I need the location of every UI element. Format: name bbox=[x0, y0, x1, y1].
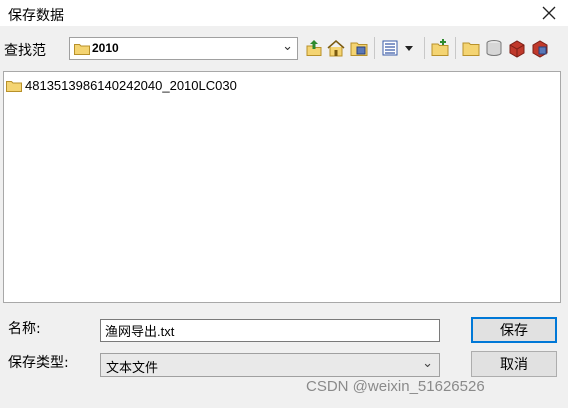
watermark: CSDN @weixin_51626526 bbox=[306, 378, 485, 395]
connect-folder-icon[interactable] bbox=[349, 38, 369, 58]
list-item[interactable]: 4813513986140242040_2010LC030 bbox=[6, 78, 237, 93]
window-title: 保存数据 bbox=[8, 8, 64, 24]
name-input[interactable] bbox=[100, 319, 440, 342]
list-item-label: 4813513986140242040_2010LC030 bbox=[25, 78, 237, 93]
chevron-down-icon[interactable]: ⌄ bbox=[422, 356, 433, 371]
list-view-icon[interactable] bbox=[381, 38, 417, 58]
look-in-label: 查找范 bbox=[4, 43, 46, 59]
catalog-icon[interactable] bbox=[530, 38, 550, 58]
save-button[interactable]: 保存 bbox=[471, 317, 557, 343]
title-bar bbox=[0, 0, 568, 26]
home-icon[interactable] bbox=[326, 38, 346, 58]
look-in-dropdown[interactable]: 2010 ⌄ bbox=[69, 37, 298, 60]
toolbar-separator bbox=[374, 37, 375, 59]
file-list[interactable]: 4813513986140242040_2010LC030 bbox=[3, 71, 561, 303]
save-type-value: 文本文件 bbox=[106, 361, 159, 376]
save-type-label: 保存类型: bbox=[8, 355, 69, 371]
folder-icon bbox=[74, 44, 90, 55]
folder-icon[interactable] bbox=[461, 38, 481, 58]
toolbar-separator bbox=[455, 37, 456, 59]
folder-icon bbox=[6, 80, 22, 92]
save-type-dropdown[interactable]: 文本文件 ⌄ bbox=[100, 353, 440, 377]
toolbar-separator bbox=[424, 37, 425, 59]
name-label: 名称: bbox=[8, 321, 41, 337]
new-folder-icon[interactable] bbox=[430, 38, 450, 58]
database-icon[interactable] bbox=[484, 38, 504, 58]
chevron-down-icon[interactable]: ⌄ bbox=[282, 39, 293, 54]
close-icon[interactable] bbox=[536, 0, 562, 26]
up-one-level-icon[interactable] bbox=[304, 38, 324, 58]
toolbox-icon[interactable] bbox=[507, 38, 527, 58]
cancel-button[interactable]: 取消 bbox=[471, 351, 557, 377]
look-in-value: 2010 bbox=[92, 41, 119, 55]
